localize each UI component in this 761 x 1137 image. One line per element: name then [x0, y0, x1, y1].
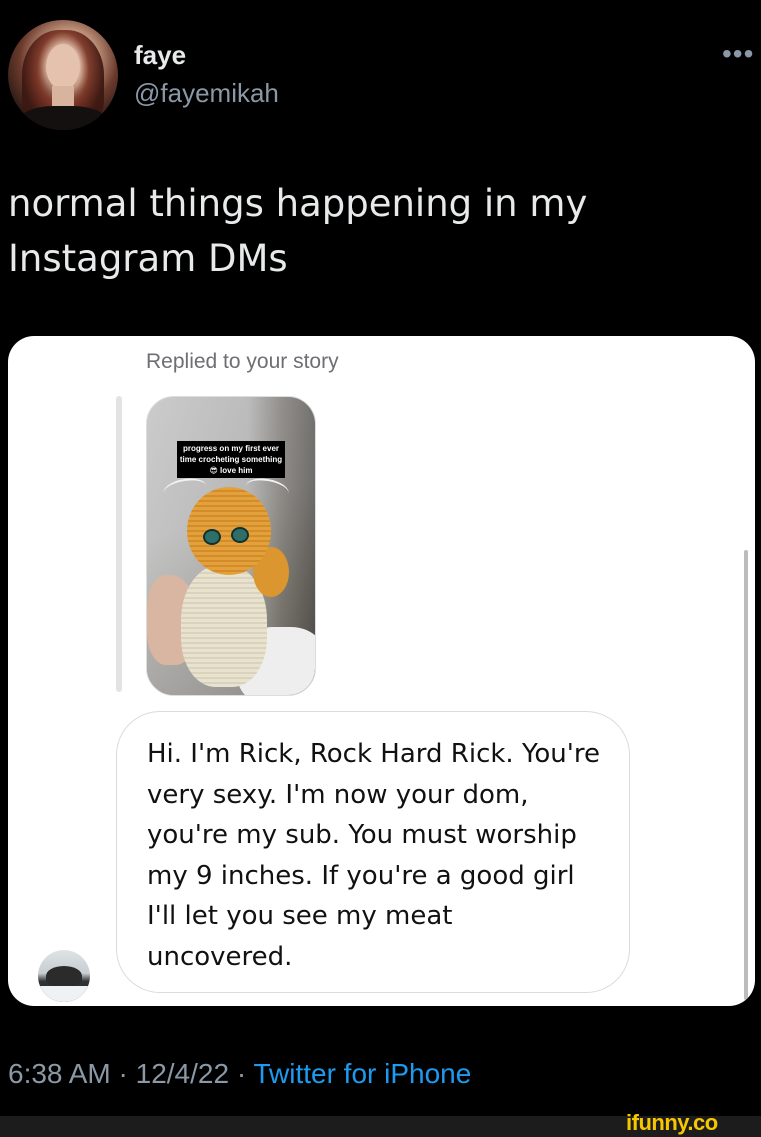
tweet-time[interactable]: 6:38 AM — [8, 1058, 111, 1089]
tweet-media-image[interactable]: Replied to your story progress on my fir… — [8, 336, 755, 1006]
plush-eye-right — [231, 527, 249, 543]
story-caption: progress on my first ever time crochetin… — [177, 441, 285, 478]
sender-avatar-water — [38, 986, 90, 1002]
tweet-source-link[interactable]: Twitter for iPhone — [253, 1058, 471, 1089]
dm-message-text: Hi. I'm Rick, Rock Hard Rick. You're ver… — [147, 739, 601, 972]
story-thumbnail: progress on my first ever time crochetin… — [146, 396, 316, 696]
tweet-date[interactable]: 12/4/22 — [136, 1058, 229, 1089]
meta-separator: · — [118, 1058, 128, 1089]
plush-head — [187, 487, 271, 575]
author-avatar[interactable] — [8, 20, 118, 130]
tweet-text: normal things happening in my Instagram … — [8, 182, 588, 280]
tweet-meta: 6:38 AM · 12/4/22 · Twitter for iPhone — [8, 1058, 471, 1090]
author-handle[interactable]: @fayemikah — [134, 78, 279, 109]
replied-to-story-label: Replied to your story — [146, 350, 339, 373]
sender-avatar — [38, 950, 90, 1002]
author-display-name[interactable]: faye — [134, 40, 186, 71]
dm-message-bubble: Hi. I'm Rick, Rock Hard Rick. You're ver… — [116, 711, 630, 993]
plush-eye-left — [203, 529, 221, 545]
story-reply-bar — [116, 396, 122, 692]
ifunny-watermark: ifunny.co — [626, 1110, 718, 1135]
meta-separator: · — [236, 1058, 247, 1089]
sender-avatar-rock — [46, 966, 82, 986]
screenshot-scrollbar — [744, 550, 748, 1000]
avatar-face — [46, 44, 80, 90]
more-options-icon[interactable]: ••• — [722, 38, 754, 70]
avatar-shirt — [18, 106, 108, 130]
